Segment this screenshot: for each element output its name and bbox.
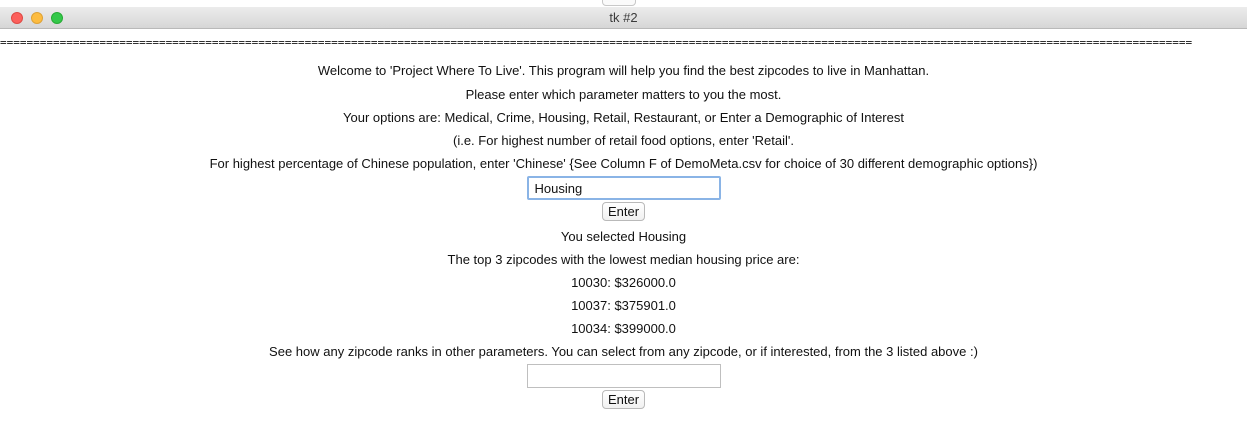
demographic-example-text: For highest percentage of Chinese popula… (209, 156, 1038, 171)
zipcode-result-3: 10034: $399000.0 (571, 321, 676, 336)
welcome-text: Welcome to 'Project Where To Live'. This… (317, 63, 930, 78)
selected-parameter-text: You selected Housing (560, 229, 687, 244)
zipcode-result-1: 10030: $326000.0 (571, 275, 676, 290)
zipcode-enter-row: Enter (0, 389, 1247, 410)
separator-line: ========================================… (0, 36, 1193, 49)
zipcode-input[interactable] (526, 364, 721, 388)
parameter-enter-button[interactable]: Enter (601, 202, 646, 221)
clipped-top-button[interactable] (602, 0, 636, 6)
options-text: Your options are: Medical, Crime, Housin… (343, 110, 904, 125)
main-content: Welcome to 'Project Where To Live'. This… (0, 59, 1247, 410)
tk-window: tk #2 ==================================… (0, 0, 1247, 428)
retail-example-text: (i.e. For highest number of retail food … (453, 133, 794, 148)
window-titlebar[interactable]: tk #2 (0, 7, 1247, 29)
results-heading: The top 3 zipcodes with the lowest media… (447, 252, 800, 267)
parameter-entry-row (0, 175, 1247, 201)
zipcode-enter-button[interactable]: Enter (601, 390, 646, 409)
parameter-input[interactable] (526, 176, 721, 200)
parameter-prompt: Please enter which parameter matters to … (465, 87, 782, 102)
window-title: tk #2 (609, 10, 638, 25)
zipcode-comparison-prompt: See how any zipcode ranks in other param… (269, 344, 978, 359)
parameter-enter-row: Enter (0, 201, 1247, 222)
zipcode-result-2: 10037: $375901.0 (571, 298, 676, 313)
zipcode-entry-row (0, 363, 1247, 389)
